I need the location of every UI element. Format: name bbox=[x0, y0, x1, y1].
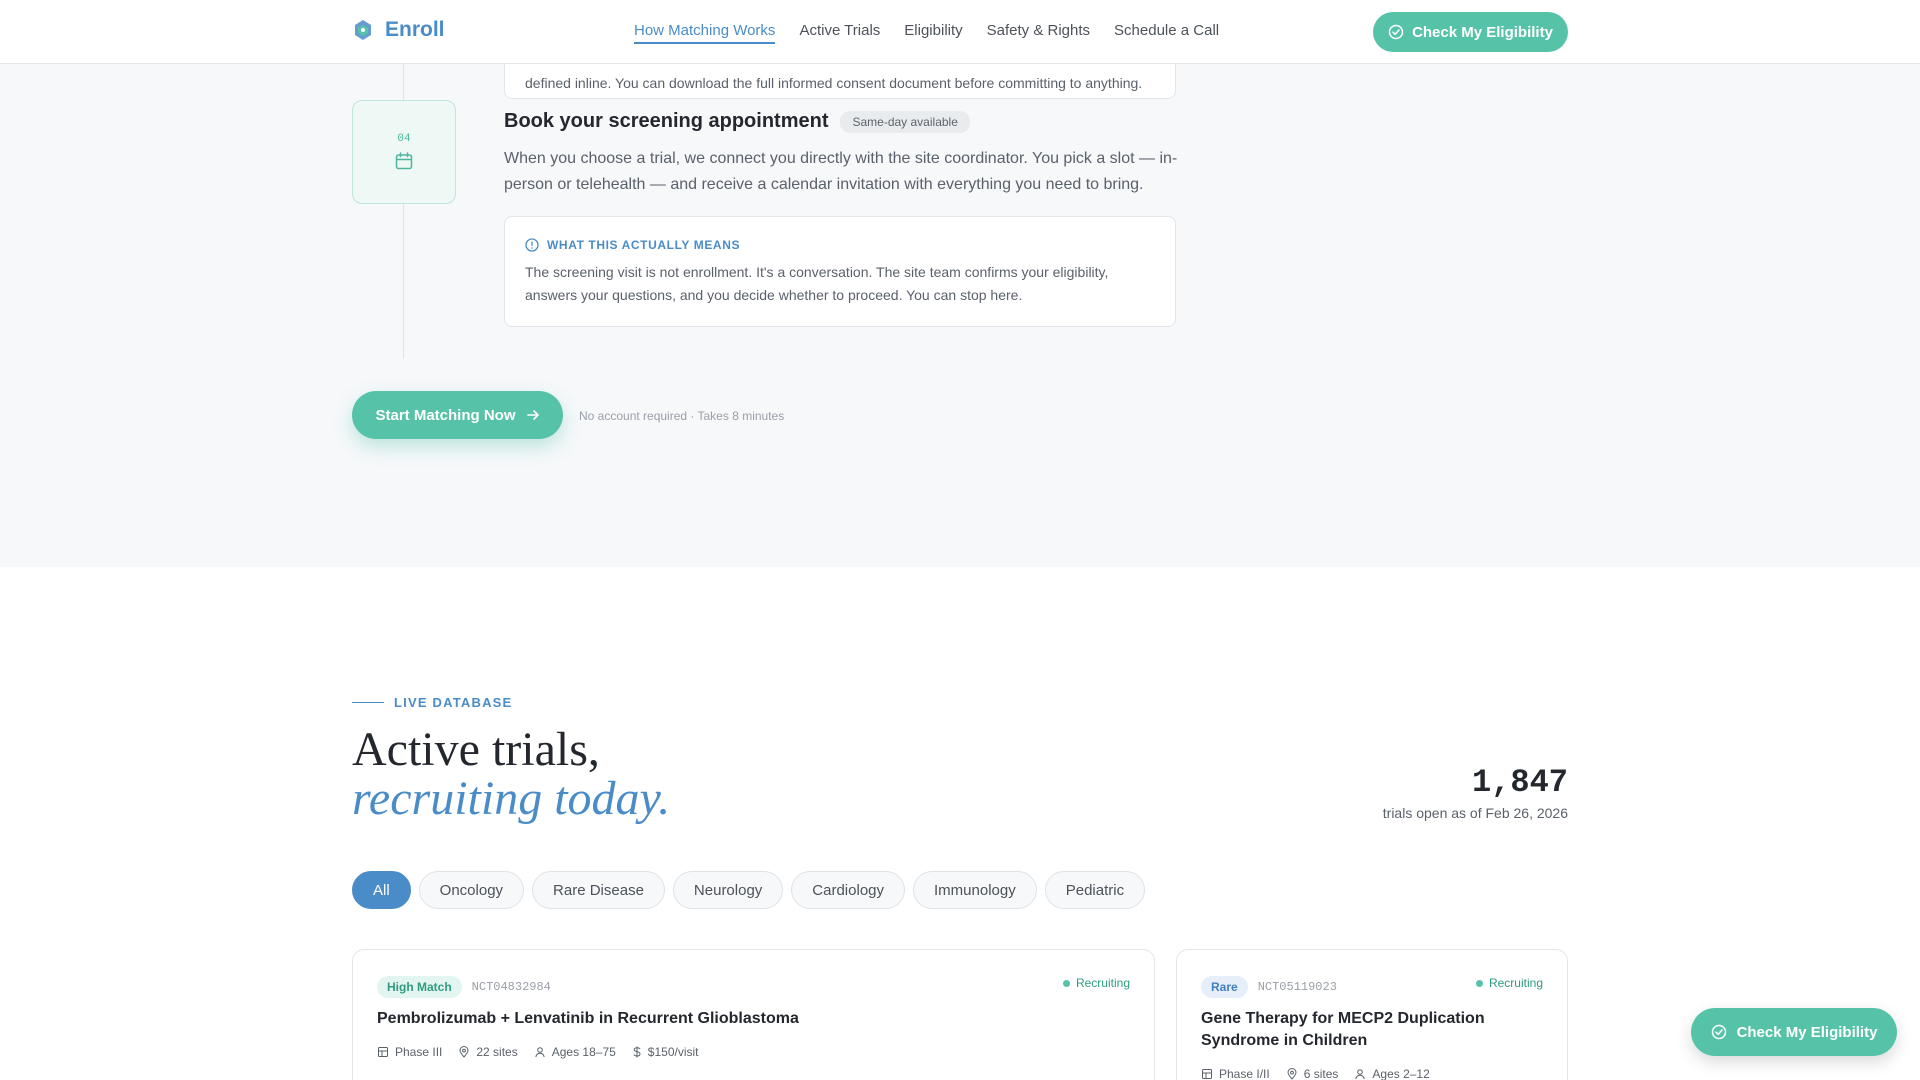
step-number: 04 bbox=[397, 133, 411, 145]
main-nav: How Matching Works Active Trials Eligibi… bbox=[634, 22, 1219, 44]
info-label: WHAT THIS ACTUALLY MEANS bbox=[525, 238, 740, 252]
live-database-eyebrow: LIVE DATABASE bbox=[352, 695, 512, 710]
filter-rare-disease[interactable]: Rare Disease bbox=[532, 871, 665, 909]
nav-safety-rights[interactable]: Safety & Rights bbox=[987, 22, 1090, 44]
check-circle-icon bbox=[1711, 1024, 1727, 1040]
nav-schedule-call[interactable]: Schedule a Call bbox=[1114, 22, 1219, 44]
timeline-connector bbox=[403, 64, 404, 100]
check-eligibility-label: Check My Eligibility bbox=[1412, 23, 1553, 41]
section-headline-italic: recruiting today. bbox=[352, 772, 671, 825]
dollar-icon bbox=[632, 1046, 642, 1058]
same-day-badge: Same-day available bbox=[840, 110, 970, 133]
trial-ages-text: Ages 2–12 bbox=[1372, 1067, 1430, 1080]
filter-immunology[interactable]: Immunology bbox=[913, 871, 1037, 909]
trial-phase-text: Phase I/II bbox=[1219, 1067, 1270, 1080]
nav-how-matching-works[interactable]: How Matching Works bbox=[634, 22, 776, 44]
check-eligibility-button[interactable]: Check My Eligibility bbox=[1373, 12, 1568, 52]
filter-all[interactable]: All bbox=[352, 871, 411, 909]
trial-title[interactable]: Gene Therapy for MECP2 Duplication Syndr… bbox=[1201, 1008, 1501, 1052]
filter-pediatric[interactable]: Pediatric bbox=[1044, 871, 1146, 909]
trial-phase: Phase I/II bbox=[1201, 1067, 1270, 1080]
trial-sites: 6 sites bbox=[1286, 1067, 1339, 1080]
check-circle-icon bbox=[1388, 24, 1404, 40]
trial-count-stat: 1,847 trials open as of Feb 26, 2026 bbox=[1383, 764, 1568, 821]
trial-count-label: trials open as of Feb 26, 2026 bbox=[1382, 805, 1568, 821]
trial-phase: Phase III bbox=[377, 1045, 442, 1059]
trial-badges: Rare NCT05119023 bbox=[1201, 976, 1337, 998]
step-description: When you choose a trial, we connect you … bbox=[504, 150, 1178, 193]
trial-meta: Phase I/II 6 sites Ages 2–12 bbox=[1201, 1067, 1430, 1080]
timeline-connector bbox=[403, 204, 404, 359]
section-headline: Active trials, bbox=[352, 723, 600, 776]
status-label: Recruiting bbox=[1488, 976, 1543, 990]
category-filters: All Oncology Rare Disease Neurology Card… bbox=[352, 871, 1146, 909]
start-matching-note: No account required · Takes 8 minutes bbox=[579, 409, 785, 423]
trial-nct-id: NCT05119023 bbox=[1257, 980, 1337, 994]
molecule-logo-icon bbox=[353, 19, 373, 41]
step-title: Book your screening appointment bbox=[504, 110, 829, 132]
status-label: Recruiting bbox=[1075, 976, 1130, 990]
status-dot-icon bbox=[1062, 979, 1070, 987]
filter-cardiology[interactable]: Cardiology bbox=[791, 871, 906, 909]
trial-pay: $150/visit bbox=[632, 1045, 699, 1059]
status-dot-icon bbox=[1475, 979, 1483, 987]
trial-title[interactable]: Pembrolizumab + Lenvatinib in Recurrent … bbox=[377, 1008, 799, 1030]
site-header: Enroll How Matching Works Active Trials … bbox=[0, 0, 1920, 64]
trial-ages-text: Ages 18–75 bbox=[551, 1045, 616, 1059]
trial-meta: Phase III 22 sites Ages 18–75 $150/visit bbox=[377, 1045, 699, 1059]
filter-oncology[interactable]: Oncology bbox=[418, 871, 525, 909]
trial-ages: Ages 2–12 bbox=[1354, 1067, 1430, 1080]
trial-sites-text: 22 sites bbox=[476, 1045, 518, 1059]
trial-ages: Ages 18–75 bbox=[534, 1045, 616, 1059]
what-this-means-card: WHAT THIS ACTUALLY MEANS The screening v… bbox=[504, 216, 1176, 327]
building-icon bbox=[377, 1046, 389, 1058]
floating-check-eligibility-button[interactable]: Check My Eligibility bbox=[1691, 1008, 1897, 1056]
step-header: Book your screening appointment Same-day… bbox=[504, 110, 970, 133]
logo-text: Enroll bbox=[385, 18, 445, 41]
how-it-works-section: defined inline. You can download the ful… bbox=[0, 52, 1920, 567]
trial-nct-id: NCT04832984 bbox=[471, 980, 551, 994]
recruiting-status: Recruiting bbox=[1475, 976, 1543, 990]
match-badge: High Match bbox=[377, 976, 462, 998]
map-pin-icon bbox=[458, 1046, 470, 1058]
trial-card[interactable]: Rare NCT05119023 Recruiting Gene Therapy… bbox=[1176, 949, 1568, 1080]
trial-count-number: 1,847 bbox=[1471, 764, 1568, 801]
trial-sites-text: 6 sites bbox=[1303, 1067, 1339, 1080]
building-icon bbox=[1201, 1068, 1213, 1080]
step-number-badge: 04 bbox=[352, 100, 456, 204]
info-label-text: WHAT THIS ACTUALLY MEANS bbox=[547, 238, 741, 252]
trial-pay-text: $150/visit bbox=[647, 1045, 699, 1059]
trial-badges: High Match NCT04832984 bbox=[377, 976, 551, 998]
trial-sites: 22 sites bbox=[458, 1045, 518, 1059]
nav-eligibility[interactable]: Eligibility bbox=[904, 22, 962, 44]
info-circle-icon bbox=[525, 238, 539, 252]
floating-cta-label: Check My Eligibility bbox=[1736, 1023, 1878, 1041]
trial-phase-text: Phase III bbox=[395, 1045, 443, 1059]
nav-active-trials[interactable]: Active Trials bbox=[799, 22, 880, 44]
map-pin-icon bbox=[1286, 1068, 1298, 1080]
previous-step-text: defined inline. You can download the ful… bbox=[525, 75, 1143, 91]
eyebrow-text: LIVE DATABASE bbox=[394, 695, 513, 710]
logo[interactable]: Enroll bbox=[353, 18, 445, 42]
arrow-right-icon bbox=[526, 408, 540, 422]
trial-card[interactable]: High Match NCT04832984 Recruiting Pembro… bbox=[352, 949, 1155, 1080]
calendar-icon bbox=[394, 151, 414, 171]
info-text: The screening visit is not enrollment. I… bbox=[525, 264, 1109, 303]
eyebrow-rule bbox=[352, 702, 384, 703]
start-matching-button[interactable]: Start Matching Now bbox=[352, 391, 563, 439]
rare-badge: Rare bbox=[1201, 976, 1248, 998]
person-icon bbox=[1354, 1068, 1366, 1080]
filter-neurology[interactable]: Neurology bbox=[672, 871, 784, 909]
recruiting-status: Recruiting bbox=[1062, 976, 1130, 990]
start-matching-label: Start Matching Now bbox=[375, 406, 516, 424]
person-icon bbox=[534, 1046, 546, 1058]
